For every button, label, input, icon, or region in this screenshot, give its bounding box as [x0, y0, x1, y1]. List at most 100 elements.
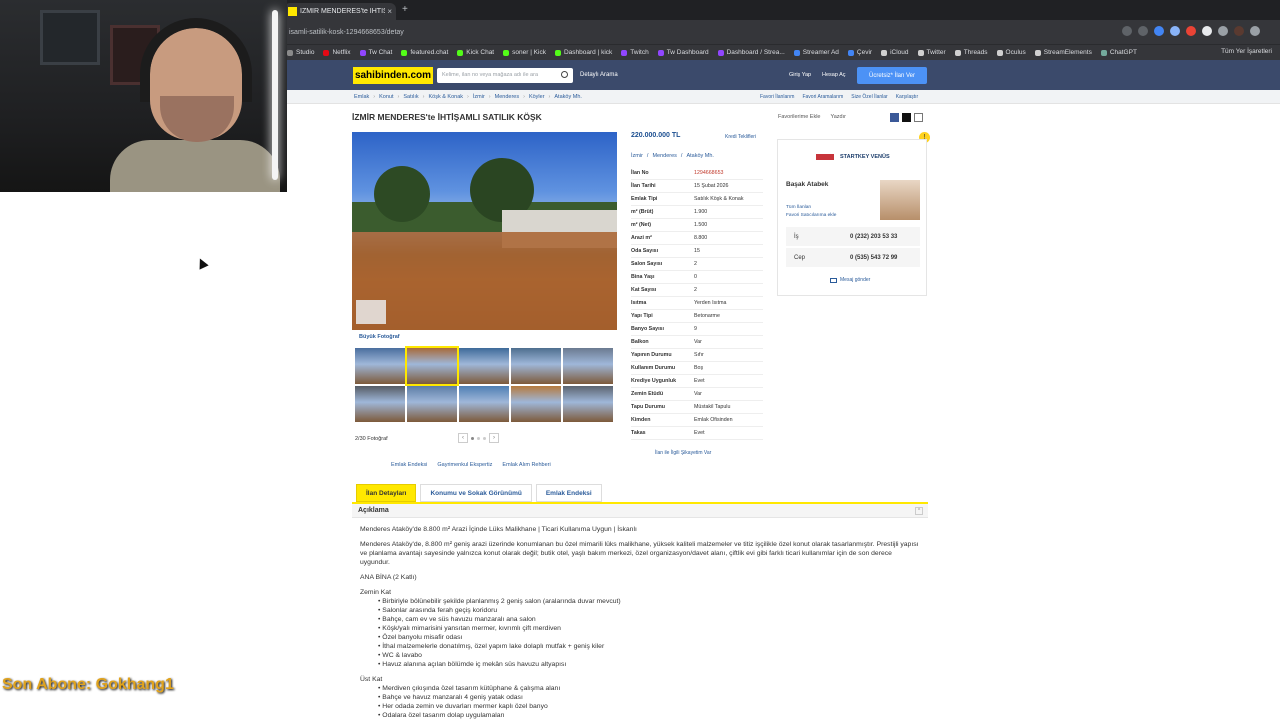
bookmark-item[interactable]: Tw Chat: [359, 49, 392, 56]
location-district[interactable]: Menderes: [652, 153, 676, 159]
star-icon[interactable]: [1138, 26, 1148, 36]
credit-offers-link[interactable]: Kredi Teklifleri: [725, 134, 756, 140]
tab-location[interactable]: Konumu ve Sokak Görünümü: [420, 484, 532, 502]
main-photo[interactable]: [352, 132, 617, 330]
close-icon[interactable]: ×: [387, 7, 392, 16]
mail-icon[interactable]: [914, 113, 923, 122]
menu-icon[interactable]: [1250, 26, 1260, 36]
bookmark-icon: [996, 49, 1003, 56]
breadcrumb-item[interactable]: Ataköy Mh.: [554, 94, 582, 100]
breadcrumb-item[interactable]: Emlak: [354, 94, 369, 100]
user-link[interactable]: Karşılaştır: [896, 94, 919, 100]
url-text[interactable]: isamli-satilik-kosk-1294668653/detay: [289, 29, 404, 36]
collapse-icon[interactable]: ^: [915, 507, 923, 515]
key-icon[interactable]: [1122, 26, 1132, 36]
profile-avatar[interactable]: [1234, 26, 1244, 36]
browser-tab[interactable]: İZMİR MENDERES'te İHTİŞAMLI SATILIK KÖŞK…: [284, 3, 396, 20]
extension-icon[interactable]: [1186, 26, 1196, 36]
bookmark-item[interactable]: Tw Dashboard: [657, 49, 709, 56]
bookmark-item[interactable]: Streamer Ad: [793, 49, 839, 56]
bookmark-item[interactable]: Oculus: [996, 49, 1026, 56]
breadcrumb-separator-icon: ›: [548, 94, 551, 100]
extension-icon[interactable]: [1202, 26, 1212, 36]
tab-real-estate-index[interactable]: Emlak Endeksi: [535, 484, 602, 502]
user-link[interactable]: Favori İlanlarım: [760, 94, 794, 100]
breadcrumb-separator-icon: ›: [467, 94, 469, 100]
extension-icon[interactable]: [1154, 26, 1164, 36]
bookmark-item[interactable]: Çevir: [847, 49, 872, 56]
bookmark-item[interactable]: ChatGPT: [1100, 49, 1137, 56]
photo-thumbnail[interactable]: [563, 348, 613, 384]
photo-thumbnail[interactable]: [355, 348, 405, 384]
site-logo[interactable]: sahibinden.com: [353, 67, 433, 84]
login-link[interactable]: Giriş Yap: [789, 72, 811, 78]
next-icon[interactable]: ›: [489, 433, 499, 443]
bookmark-label: Kick Chat: [466, 49, 495, 56]
detailed-search-link[interactable]: Detaylı Arama: [580, 72, 618, 78]
user-link[interactable]: Favori Aramalarım: [802, 94, 843, 100]
bookmark-item[interactable]: featured.chat: [401, 49, 448, 56]
bookmark-icon: [717, 49, 724, 56]
breadcrumb-item[interactable]: İzmir: [473, 94, 485, 100]
breadcrumb-item[interactable]: Satılık: [403, 94, 418, 100]
new-tab-icon[interactable]: +: [402, 4, 408, 15]
bookmark-item[interactable]: StreamElements: [1034, 49, 1092, 56]
bookmark-item[interactable]: iCloud: [881, 49, 909, 56]
post-ad-button[interactable]: Ücretsiz* İlan Ver: [857, 67, 927, 84]
bookmark-item[interactable]: Netflix: [323, 49, 351, 56]
bookmark-item[interactable]: Twitch: [621, 49, 649, 56]
bookmark-item[interactable]: Studio: [287, 49, 314, 56]
photo-thumbnail[interactable]: [511, 386, 561, 422]
big-photo-link[interactable]: Büyük Fotoğraf: [359, 334, 400, 340]
facebook-icon[interactable]: [890, 113, 899, 122]
register-link[interactable]: Hesap Aç: [822, 72, 846, 78]
favorite-seller-link[interactable]: Favori Satıcılarıma ekle: [786, 212, 836, 220]
search-icon[interactable]: [561, 71, 568, 78]
bookmark-item[interactable]: Kick Chat: [457, 49, 494, 56]
buying-guide-link[interactable]: Emlak Alım Rehberi: [502, 462, 550, 468]
all-bookmarks[interactable]: Tüm Yer İşaretleri: [1221, 48, 1272, 55]
bookmark-icon: [657, 49, 664, 56]
breadcrumb-item[interactable]: Köyler: [529, 94, 545, 100]
detail-key: Krediye Uygunluk: [631, 378, 677, 384]
photo-thumbnail[interactable]: [459, 348, 509, 384]
real-estate-index-link[interactable]: Emlak Endeksi: [391, 462, 427, 468]
user-link[interactable]: Size Özel İlanlar: [851, 94, 887, 100]
bookmark-item[interactable]: Twitter: [917, 49, 946, 56]
photo-thumbnail[interactable]: [511, 348, 561, 384]
x-icon[interactable]: [902, 113, 911, 122]
bookmark-item[interactable]: soner | Kick: [503, 49, 546, 56]
photo-thumbnail[interactable]: [405, 346, 459, 386]
bookmark-item[interactable]: Threads: [954, 49, 988, 56]
extension-icon[interactable]: [1170, 26, 1180, 36]
prev-icon[interactable]: ‹: [458, 433, 468, 443]
phone-number[interactable]: 0 (535) 543 72 99: [850, 255, 897, 261]
bookmark-item[interactable]: Dashboard | kick: [554, 49, 612, 56]
photo-thumbnail[interactable]: [407, 386, 457, 422]
bookmark-item[interactable]: Dashboard / Strea...: [717, 49, 785, 56]
listing-title: İZMİR MENDERES'te İHTİŞAMLI SATILIK KÖŞK: [352, 112, 542, 122]
add-favorite-link[interactable]: Favorilerime Ekle: [778, 114, 820, 120]
photo-thumbnail[interactable]: [355, 386, 405, 422]
breadcrumb-item[interactable]: Menderes: [495, 94, 519, 100]
photo-thumbnail[interactable]: [459, 386, 509, 422]
breadcrumb-item[interactable]: Konut: [379, 94, 393, 100]
search-input[interactable]: Kelime, ilan no veya mağaza adı ile ara: [437, 68, 573, 83]
send-message-link[interactable]: Mesaj gönder: [830, 277, 870, 283]
pager-dot[interactable]: [483, 436, 486, 440]
photo-thumbnail[interactable]: [563, 386, 613, 422]
location-city[interactable]: İzmir: [631, 153, 643, 159]
appraisal-link[interactable]: Gayrimenkul Ekspertiz: [437, 462, 492, 468]
phone-number[interactable]: 0 (232) 203 53 33: [850, 234, 897, 240]
agency[interactable]: STARTKEY VENÜS: [816, 154, 890, 160]
address-bar[interactable]: isamli-satilik-kosk-1294668653/detay: [287, 20, 1280, 44]
puzzle-icon[interactable]: [1218, 26, 1228, 36]
pager-dot[interactable]: [471, 436, 474, 440]
tab-listing-details[interactable]: İlan Detayları: [356, 484, 417, 502]
location-neighborhood[interactable]: Ataköy Mh.: [686, 153, 714, 159]
all-listings-link[interactable]: Tüm İlanları: [786, 204, 836, 212]
complaint-link[interactable]: İlan ile İlgili Şikayetim Var: [655, 450, 711, 456]
pager-dot[interactable]: [477, 436, 480, 440]
breadcrumb-item[interactable]: Köşk & Konak: [428, 94, 463, 100]
print-link[interactable]: Yazdır: [830, 114, 846, 120]
